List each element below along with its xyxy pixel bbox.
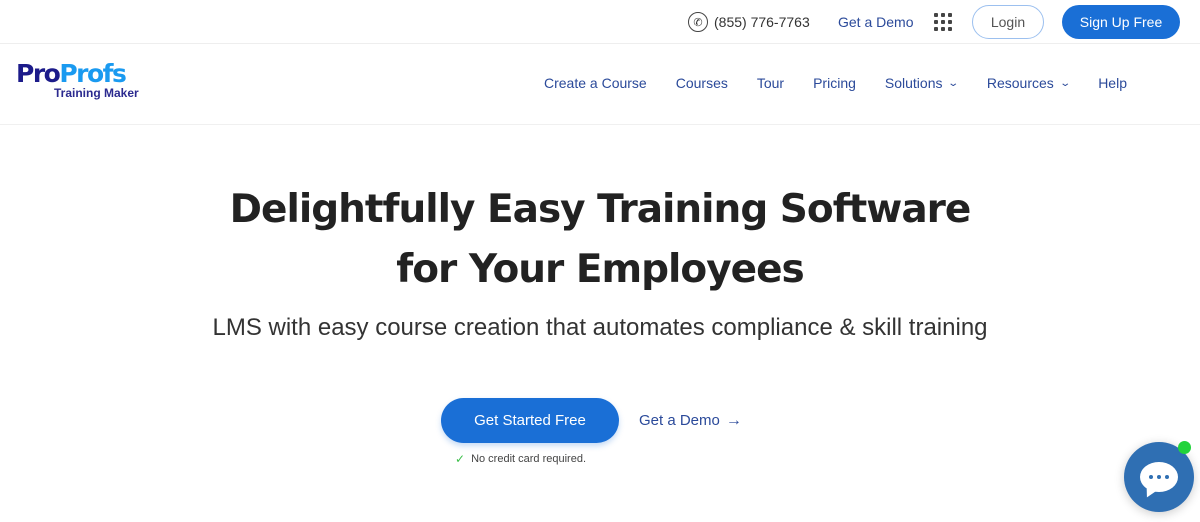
chevron-down-icon: ⌄: [947, 77, 960, 89]
nav-label: Courses: [675, 75, 728, 91]
nav-label: Create a Course: [544, 75, 647, 91]
hero-title-line2: for Your Employees: [396, 247, 805, 292]
nav-create-course[interactable]: Create a Course: [544, 75, 647, 91]
grid-dot: [941, 20, 945, 24]
phone-icon: ✆: [688, 12, 708, 32]
nav-label: Solutions: [884, 75, 943, 91]
nav-pricing[interactable]: Pricing: [813, 75, 856, 91]
nav-tour[interactable]: Tour: [757, 75, 784, 91]
chat-bubble-icon: [1140, 462, 1178, 492]
logo-wordmark: ProProfs: [16, 61, 139, 87]
nav-label: Resources: [986, 75, 1054, 91]
hero-title-line1: Delightfully Easy Training Software: [229, 187, 972, 232]
hero-title: Delightfully Easy Training Software for …: [0, 180, 1200, 300]
phone-number[interactable]: ✆ (855) 776-7763: [688, 12, 810, 32]
sign-up-button[interactable]: Sign Up Free: [1062, 5, 1180, 39]
logo-pro: Pro: [16, 59, 61, 88]
grid-dot: [941, 13, 945, 17]
no-credit-card-note: ✓ No credit card required.: [455, 452, 586, 466]
note-text: No credit card required.: [471, 453, 587, 465]
typing-dot: [1149, 475, 1153, 479]
proprofs-logo[interactable]: ProProfs Training Maker: [16, 61, 139, 101]
login-button[interactable]: Login: [972, 5, 1044, 39]
nav-help[interactable]: Help: [1098, 75, 1127, 91]
get-demo-link[interactable]: Get a Demo →: [639, 412, 742, 430]
grid-dot: [934, 27, 938, 31]
chevron-down-icon: ⌄: [1059, 77, 1071, 89]
nav-solutions[interactable]: Solutions ⌄: [884, 75, 960, 91]
apps-grid-icon[interactable]: [934, 13, 952, 31]
nav-menu: Create a Course Courses Tour Pricing Sol…: [544, 75, 1127, 91]
grid-dot: [934, 20, 938, 24]
arrow-right-icon: →: [725, 411, 742, 429]
grid-dot: [948, 27, 952, 31]
grid-dot: [934, 13, 938, 17]
top-get-demo-link[interactable]: Get a Demo: [838, 14, 913, 30]
logo-profs: Profs: [59, 59, 127, 88]
nav-resources[interactable]: Resources ⌄: [986, 75, 1071, 91]
nav-label: Tour: [756, 75, 785, 91]
get-demo-label: Get a Demo: [639, 412, 720, 429]
grid-dot: [941, 27, 945, 31]
checkmark-icon: ✓: [455, 452, 466, 466]
phone-text: (855) 776-7763: [714, 14, 810, 30]
hero-section: Delightfully Easy Training Software for …: [0, 180, 1200, 342]
hero-subtitle: LMS with easy course creation that autom…: [212, 314, 988, 341]
main-navbar: ProProfs Training Maker Create a Course …: [0, 45, 1200, 125]
logo-subtitle: Training Maker: [54, 86, 139, 100]
grid-dot: [948, 20, 952, 24]
cta-row: Get Started Free Get a Demo →: [441, 398, 742, 443]
nav-label: Pricing: [813, 75, 856, 91]
get-started-free-button[interactable]: Get Started Free: [441, 398, 619, 443]
grid-dot: [948, 13, 952, 17]
top-utility-bar: ✆ (855) 776-7763 Get a Demo Login Sign U…: [0, 0, 1200, 44]
typing-dot: [1165, 475, 1169, 479]
online-status-indicator: [1178, 441, 1191, 454]
typing-dot: [1157, 475, 1161, 479]
nav-label: Help: [1098, 75, 1127, 91]
nav-courses[interactable]: Courses: [676, 75, 728, 91]
